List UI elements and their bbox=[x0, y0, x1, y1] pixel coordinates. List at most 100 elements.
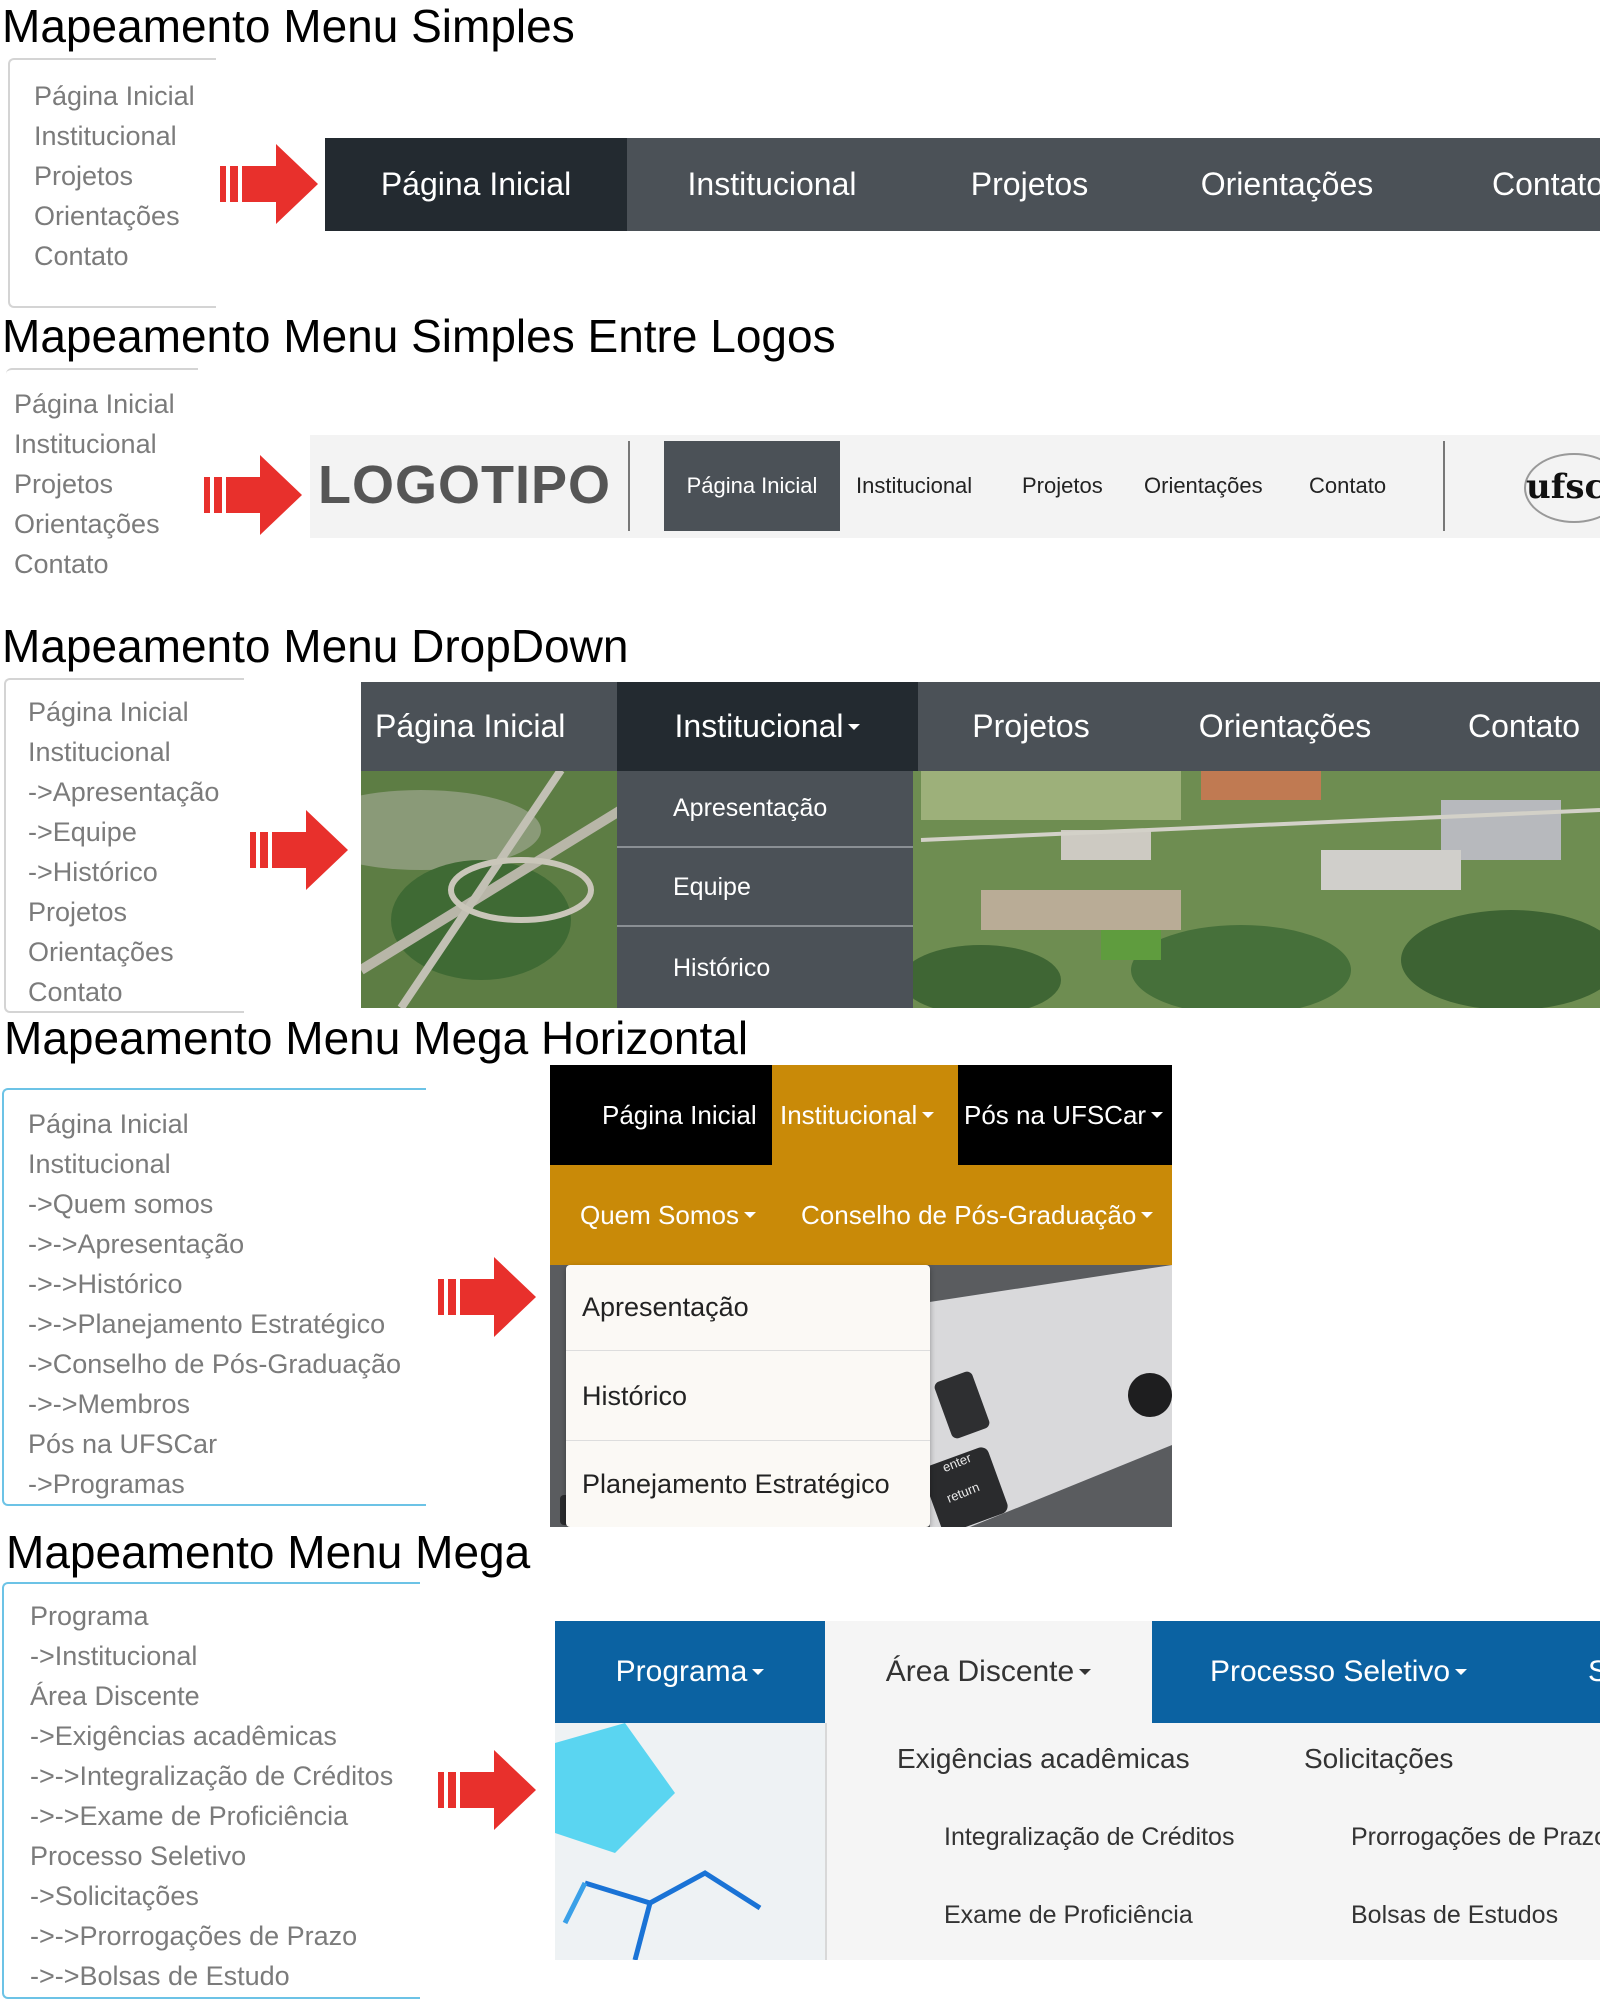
list-item: Orientações bbox=[28, 937, 174, 967]
list-item: ->->Exame de Proficiência bbox=[30, 1801, 349, 1831]
menu-structure-list: Página Inicial Institucional ->Quem somo… bbox=[2, 1088, 426, 1506]
caret-down-icon bbox=[752, 1669, 765, 1675]
list-item: Página Inicial bbox=[14, 389, 175, 419]
nav-item-projetos[interactable]: Projetos bbox=[918, 682, 1144, 771]
nav-item-pagina-inicial[interactable]: Página Inicial bbox=[602, 1065, 757, 1165]
menu-structure-list: Página Inicial Institucional Projetos Or… bbox=[8, 58, 216, 308]
nav-item-institucional-label: Institucional bbox=[674, 708, 844, 744]
list-item: ->Programas bbox=[28, 1469, 185, 1499]
nav-item-projetos[interactable]: Projetos bbox=[917, 138, 1142, 231]
nav-item-institucional-label: Institucional bbox=[780, 1099, 918, 1130]
list-item: ->Quem somos bbox=[28, 1189, 214, 1219]
ufsc-logo[interactable]: ufsc bbox=[1526, 465, 1600, 509]
list-item: ->->Membros bbox=[28, 1389, 191, 1419]
nav-item-area-discente[interactable]: Área Discente bbox=[825, 1621, 1152, 1723]
nav-item-institucional[interactable]: Institucional bbox=[617, 682, 918, 771]
list-item: ->Institucional bbox=[30, 1641, 198, 1671]
nav-item-institucional[interactable]: Institucional bbox=[627, 138, 917, 231]
dropdown-item-apresentacao[interactable]: Apresentação bbox=[617, 771, 913, 848]
list-item: Institucional bbox=[14, 429, 157, 459]
red-arrow-icon bbox=[438, 1750, 536, 1830]
nav-item-institucional[interactable]: Institucional bbox=[772, 1065, 958, 1165]
nav-item-pagina-inicial[interactable]: Página Inicial bbox=[664, 441, 840, 531]
caret-down-icon bbox=[848, 723, 861, 730]
nav-item-contato[interactable]: Contato bbox=[1309, 441, 1386, 531]
nav-item-processo-seletivo[interactable]: Processo Seletivo bbox=[1152, 1621, 1600, 1723]
section-title-menu-mega: Mapeamento Menu Mega bbox=[6, 1526, 531, 1578]
nav-item-truncated[interactable]: S bbox=[1588, 1621, 1600, 1723]
mega-dropdown-panel: Exigências acadêmicas Integralização de … bbox=[825, 1723, 1600, 1960]
mega-horizontal-widget: enter return Página Inicial Instituciona… bbox=[550, 1065, 1172, 1527]
nav-item-orientacoes[interactable]: Orientações bbox=[1142, 138, 1432, 231]
nav-item-programa-label: Programa bbox=[615, 1655, 748, 1688]
nav-item-orientacoes[interactable]: Orientações bbox=[1144, 441, 1263, 531]
list-item: ->Conselho de Pós-Graduação bbox=[28, 1349, 401, 1379]
list-item: Orientações bbox=[34, 201, 180, 231]
divider bbox=[628, 441, 630, 531]
section-title-menu-simples: Mapeamento Menu Simples bbox=[2, 0, 575, 52]
list-item: ->->Bolsas de Estudo bbox=[30, 1961, 290, 1991]
nav-item-orientacoes[interactable]: Orientações bbox=[1144, 682, 1426, 771]
nav-item-contato[interactable]: Contato bbox=[1432, 138, 1600, 231]
list-item: Projetos bbox=[14, 469, 114, 499]
simple-nav-bar: Página Inicial Institucional Projetos Or… bbox=[325, 138, 1600, 231]
mega-col1-header[interactable]: Exigências acadêmicas bbox=[897, 1743, 1190, 1775]
red-arrow-icon bbox=[438, 1257, 536, 1337]
caret-down-icon bbox=[1079, 1669, 1092, 1675]
nav-item-programa[interactable]: Programa bbox=[555, 1621, 825, 1723]
list-item: ->->Planejamento Estratégico bbox=[28, 1309, 386, 1339]
red-arrow-icon bbox=[250, 810, 348, 890]
dropdown-item-historico[interactable]: Histórico bbox=[566, 1352, 930, 1441]
mega-col2-item[interactable]: Bolsas de Estudos bbox=[1351, 1901, 1558, 1930]
list-item: Contato bbox=[34, 241, 129, 271]
dropdown-item-equipe[interactable]: Equipe bbox=[617, 850, 913, 927]
list-item: Página Inicial bbox=[28, 697, 189, 727]
logotipo-logo[interactable]: LOGOTIPO bbox=[318, 455, 611, 515]
mega-dropdown-panel: Apresentação Histórico Planejamento Estr… bbox=[566, 1265, 930, 1527]
mega-col1-item[interactable]: Exame de Proficiência bbox=[944, 1901, 1193, 1930]
dropdown-item-planejamento[interactable]: Planejamento Estratégico bbox=[566, 1442, 930, 1527]
subnav-item-quem-somos[interactable]: Quem Somos bbox=[580, 1165, 756, 1265]
list-item: Pós na UFSCar bbox=[28, 1429, 218, 1459]
mega-col2-header[interactable]: Solicitações bbox=[1304, 1743, 1453, 1775]
nav-item-contato[interactable]: Contato bbox=[1426, 682, 1600, 771]
caret-down-icon bbox=[922, 1112, 935, 1118]
list-item: ->Equipe bbox=[28, 817, 137, 847]
subnav-item-conselho[interactable]: Conselho de Pós-Graduação bbox=[801, 1165, 1154, 1265]
list-item: Institucional bbox=[28, 1149, 171, 1179]
mega-col2-item[interactable]: Prorrogações de Prazo bbox=[1351, 1823, 1600, 1852]
mega-col1-item[interactable]: Integralização de Créditos bbox=[944, 1823, 1234, 1852]
list-item: Projetos bbox=[34, 161, 134, 191]
nav-item-pos-na-ufscar[interactable]: Pós na UFSCar bbox=[964, 1065, 1164, 1165]
list-item: Institucional bbox=[28, 737, 171, 767]
caret-down-icon bbox=[1151, 1112, 1164, 1118]
nav-item-pagina-inicial[interactable]: Página Inicial bbox=[325, 138, 627, 231]
red-arrow-icon bbox=[220, 144, 318, 224]
nav-item-institucional[interactable]: Institucional bbox=[856, 441, 972, 531]
list-item: ->->Prorrogações de Prazo bbox=[30, 1921, 358, 1951]
section-title-menu-mega-horizontal: Mapeamento Menu Mega Horizontal bbox=[4, 1012, 749, 1064]
list-item: Página Inicial bbox=[34, 81, 195, 111]
list-item: ->Exigências acadêmicas bbox=[30, 1721, 337, 1751]
list-item: Área Discente bbox=[30, 1681, 200, 1711]
aerial-photo-banner bbox=[361, 770, 1600, 1008]
menu-structure-list: Página Inicial Institucional Projetos Or… bbox=[6, 368, 198, 586]
list-item: Página Inicial bbox=[28, 1109, 189, 1139]
header-between-logos: LOGOTIPO Página Inicial Institucional Pr… bbox=[310, 435, 1600, 538]
nav-item-projetos[interactable]: Projetos bbox=[1022, 441, 1103, 531]
caret-down-icon bbox=[1141, 1212, 1154, 1218]
mega-menu-widget: Programa Área Discente Processo Seletivo… bbox=[555, 1621, 1600, 1960]
caret-down-icon bbox=[743, 1212, 756, 1218]
dropdown-nav-bar: Página Inicial Institucional Projetos Or… bbox=[361, 682, 1600, 771]
hexagon-graphic-image bbox=[555, 1723, 825, 1960]
dropdown-item-apresentacao[interactable]: Apresentação bbox=[566, 1265, 930, 1351]
list-item: ->Histórico bbox=[28, 857, 158, 887]
list-item: ->->Histórico bbox=[28, 1269, 183, 1299]
dropdown-item-historico[interactable]: Histórico bbox=[617, 929, 913, 1008]
nav-item-pagina-inicial[interactable]: Página Inicial bbox=[361, 682, 617, 771]
aerial-photo-image bbox=[361, 770, 1600, 1008]
dropdown-panel: Apresentação Equipe Histórico bbox=[617, 771, 913, 1008]
red-arrow-icon bbox=[204, 455, 302, 535]
nav-item-pos-na-ufscar-label: Pós na UFSCar bbox=[964, 1099, 1147, 1130]
list-item: Contato bbox=[28, 977, 123, 1007]
